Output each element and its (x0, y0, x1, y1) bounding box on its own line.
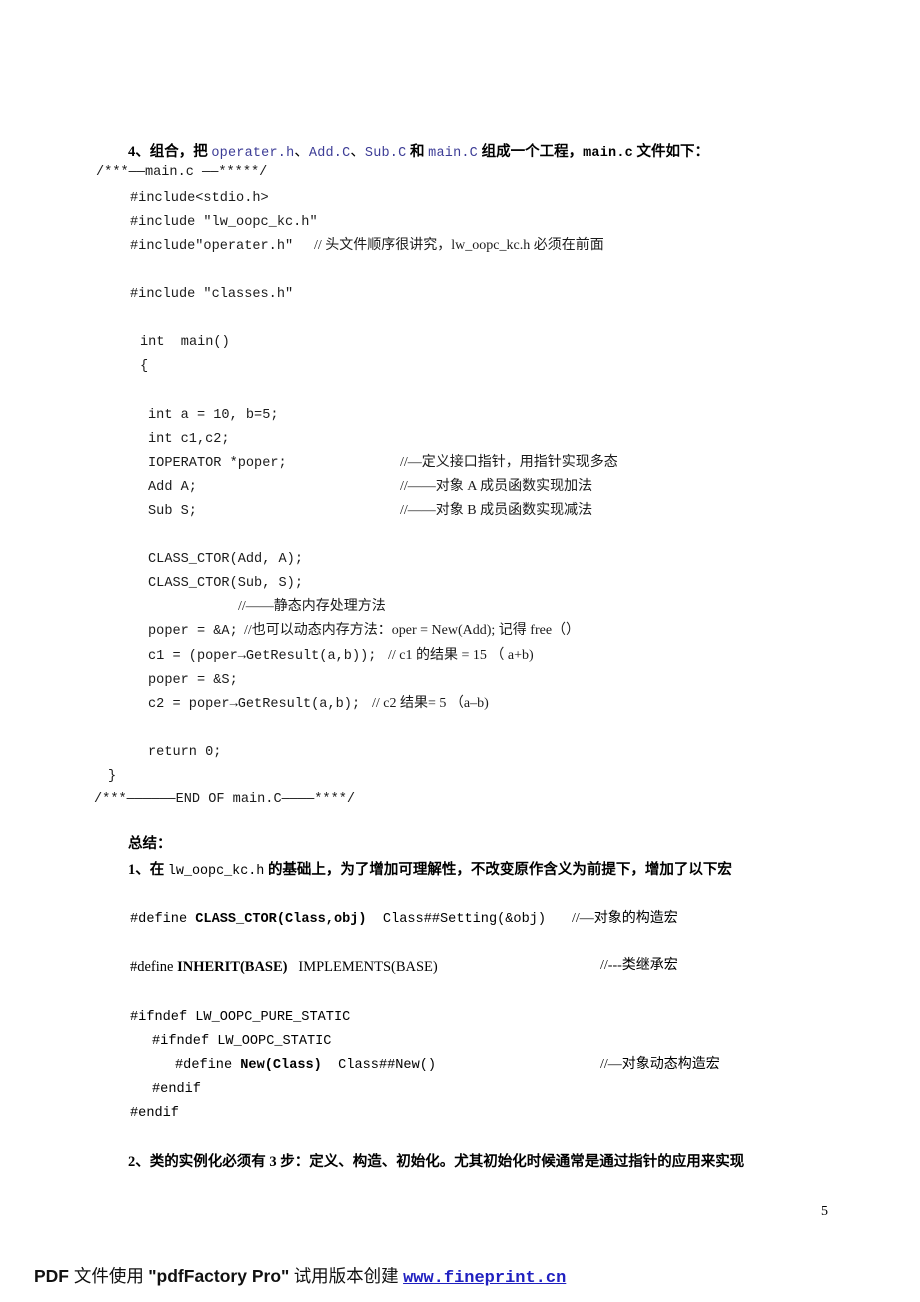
code-line-int-c1-c2: int c1,c2; (148, 432, 230, 447)
code-banner-open: /***——main.c ——*****/ (96, 165, 268, 180)
heading-sep-3: 和 (406, 144, 429, 160)
code-banner-close: /***——————END OF main.C————****/ (94, 792, 356, 807)
watermark-prefix: PDF (34, 1266, 74, 1286)
macro-ifndef-outer: #ifndef LW_OOPC_PURE_STATIC (130, 1010, 351, 1025)
heading-sep-2: 、 (350, 144, 365, 160)
code-comment-dynamic-memory: //也可以动态内存方法：oper = New(Add); 记得 free（） (244, 623, 581, 638)
code-comment-static-memory: //——静态内存处理方法 (238, 599, 386, 614)
code-line-int-a-b: int a = 10, b=5; (148, 408, 279, 423)
code-line-sub-s: Sub S; (148, 504, 197, 519)
macro-inherit-body: IMPLEMENTS(BASE) (298, 959, 438, 975)
macro-class-ctor-name: CLASS_CTOR(Class,obj) (195, 912, 367, 927)
macro-new: #define New(Class) Class##New() (175, 1059, 436, 1073)
code-line-close-brace: } (108, 769, 117, 784)
code-line-main-signature: int main() (140, 335, 230, 350)
macro-class-ctor-body: Class##Setting(&obj) (382, 912, 547, 927)
summary-point-2: 2、类的实例化必须有 3 步：定义、构造、初始化。尤其初始化时候通常是通过指针的… (128, 1154, 745, 1170)
macro-new-body: Class##New() (338, 1058, 437, 1073)
heading-file-add-c: Add.C (308, 146, 351, 161)
macro-new-keyword: #define (175, 1058, 241, 1073)
macro-inherit-name: INHERIT(BASE) (177, 959, 288, 975)
macro-class-ctor-spacer (367, 912, 383, 927)
heading-file-main-c: main.C (428, 146, 478, 161)
watermark-cn-1: 文件使用 (73, 1266, 149, 1286)
code-comment-add-a: //——对象 A 成员函数实现加法 (400, 479, 593, 494)
macro-inherit-spacer (288, 959, 299, 975)
macro-inherit: #define INHERIT(BASE) IMPLEMENTS(BASE) (130, 960, 438, 976)
heading-file-main-c-lower: main.c (583, 146, 633, 161)
code-comment-c1-result: // c1 的结果 = 15 （ a+b) (388, 648, 534, 663)
code-line-class-ctor-sub: CLASS_CTOR(Sub, S); (148, 576, 303, 591)
pdf-watermark-footer: PDF 文件使用 "pdfFactory Pro" 试用版本创建 www.fin… (34, 1263, 566, 1288)
watermark-cn-2: 试用版本创建 (289, 1266, 404, 1286)
heading-index: 4、 (128, 144, 150, 160)
summary-point-1: 1、在 lw_oopc_kc.h 的基础上，为了增加可理解性，不改变原作含义为前… (128, 863, 732, 878)
section-heading: 4、组合，把 operater.h、Add.C、Sub.C 和 main.C 组… (128, 140, 709, 161)
heading-sep-1: 、 (294, 144, 309, 160)
macro-inherit-keyword: #define (130, 959, 178, 975)
code-line-return-zero: return 0; (148, 745, 222, 760)
macro-new-spacer (322, 1058, 338, 1073)
code-line-poper-assign-s: poper = &S; (148, 673, 238, 688)
code-line-add-a: Add A; (148, 480, 197, 495)
macro-new-name: New(Class) (240, 1058, 322, 1073)
heading-file-sub-c: Sub.C (364, 146, 407, 161)
macro-class-ctor: #define CLASS_CTOR(Class,obj) Class##Set… (130, 913, 546, 927)
watermark-product-name: "pdfFactory Pro" (148, 1266, 290, 1286)
heading-label-3: 文件如下： (632, 144, 710, 160)
macro-endif-inner: #endif (152, 1082, 201, 1097)
code-line-include-classes: #include "classes.h" (130, 287, 294, 302)
code-line-include-lw-oopc: #include "lw_oopc_kc.h" (130, 215, 318, 230)
code-line-class-ctor-add: CLASS_CTOR(Add, A); (148, 552, 303, 567)
summary-title: 总结： (128, 836, 172, 852)
code-comment-include-operater: // 头文件顺序很讲究，lw_oopc_kc.h 必须在前面 (314, 238, 604, 253)
summary-point-1-part-a: 1、在 (128, 862, 168, 878)
page-number: 5 (821, 1204, 828, 1219)
code-line-include-stdio: #include<stdio.h> (130, 191, 269, 206)
code-line-open-brace: { (140, 359, 149, 374)
code-comment-sub-s: //——对象 B 成员函数实现减法 (400, 503, 593, 518)
document-page: 4、组合，把 operater.h、Add.C、Sub.C 和 main.C 组… (0, 0, 920, 1302)
heading-label-1: 组合，把 (149, 144, 212, 160)
code-line-ioperator-poper: IOPERATOR *poper; (148, 456, 287, 471)
heading-file-operater-h: operater.h (211, 146, 295, 161)
macro-endif-outer: #endif (130, 1106, 179, 1121)
macro-inherit-comment: //---类继承宏 (600, 958, 678, 973)
code-comment-ioperator-poper: //—定义接口指针，用指针实现多态 (400, 455, 618, 470)
summary-point-1-code: lw_oopc_kc.h (167, 864, 265, 879)
heading-label-2: 组成一个工程， (477, 144, 584, 160)
code-line-poper-assign-a: poper = &A; (148, 624, 238, 639)
macro-ifndef-inner: #ifndef LW_OOPC_STATIC (152, 1034, 332, 1049)
code-line-c2-getresult: c2 = poper→GetResult(a,b); (148, 697, 361, 712)
macro-class-ctor-keyword: #define (130, 912, 196, 927)
code-line-include-operater: #include"operater.h" (130, 239, 294, 254)
summary-point-1-part-b: 的基础上，为了增加可理解性，不改变原作含义为前提下，增加了以下宏 (264, 862, 732, 878)
fineprint-link[interactable]: www.fineprint.cn (403, 1269, 566, 1288)
macro-new-comment: //—对象动态构造宏 (600, 1057, 720, 1072)
macro-class-ctor-comment: //—对象的构造宏 (572, 911, 678, 926)
code-line-c1-getresult: c1 = (poper→GetResult(a,b)); (148, 649, 377, 664)
code-comment-c2-result: // c2 结果= 5 （a–b) (372, 696, 489, 711)
